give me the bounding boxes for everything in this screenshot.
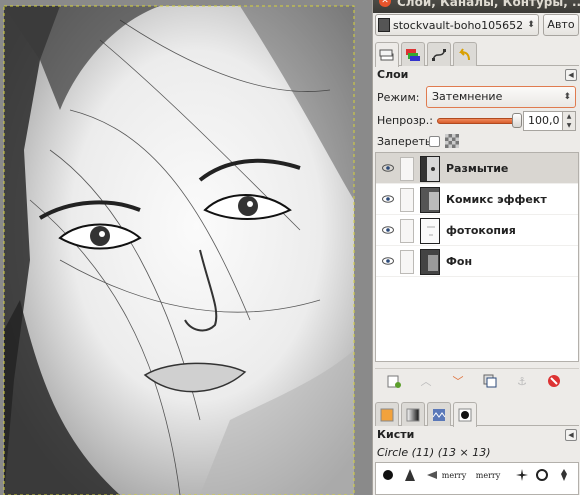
- patterns-icon: [432, 408, 446, 421]
- layer-name: Размытие: [446, 162, 509, 175]
- opacity-label: Непрозр.:: [377, 114, 433, 127]
- tab-brushes[interactable]: [453, 402, 477, 427]
- eye-icon[interactable]: [382, 226, 394, 234]
- brushes-panel-title: Кисти: [377, 428, 415, 441]
- lock-alpha-icon[interactable]: [445, 134, 459, 148]
- brush-swatch[interactable]: [554, 465, 574, 485]
- channels-icon: [406, 48, 420, 61]
- layers-panel: Слои ◀ Режим: Затемнение ⬍ Непрозр.: 100…: [375, 68, 579, 398]
- layer-name: Комикс эффект: [446, 193, 547, 206]
- layer-list[interactable]: Размытие Комикс эффект фотокопия Фон: [375, 152, 579, 362]
- mode-select[interactable]: Затемнение ⬍: [426, 86, 576, 108]
- panel-menu-icon[interactable]: ◀: [565, 69, 577, 81]
- layer-thumbnail: [420, 218, 440, 244]
- panel-menu-icon[interactable]: ◀: [565, 429, 577, 441]
- grayscale-gradient-icon: [406, 408, 420, 421]
- layer-row[interactable]: фотокопия: [376, 215, 578, 246]
- spin-arrows-icon: ⬍: [563, 92, 571, 102]
- dock-titlebar: ✕ Слои, Каналы, Контуры, ...: [373, 0, 580, 13]
- link-toggle[interactable]: [400, 250, 414, 274]
- layer-row[interactable]: Фон: [376, 246, 578, 277]
- link-toggle[interactable]: [400, 219, 414, 243]
- opacity-slider[interactable]: [437, 118, 519, 124]
- mode-label: Режим:: [377, 91, 420, 104]
- image-canvas[interactable]: [0, 0, 372, 495]
- layer-toolbar: ︿ ﹀ ⚓: [375, 368, 579, 392]
- tab-patterns[interactable]: [427, 402, 451, 426]
- tab-paths[interactable]: [427, 42, 451, 66]
- lower-layer-button[interactable]: ﹀: [451, 374, 465, 388]
- gimp-window: ✕ Слои, Каналы, Контуры, ... stockvault-…: [0, 0, 580, 495]
- layers-icon: [379, 49, 394, 61]
- brush-swatch-text[interactable]: merry: [442, 465, 467, 485]
- tab-channels[interactable]: [401, 42, 425, 66]
- tab-gradient-swatch[interactable]: [375, 402, 399, 426]
- image-selector-row: stockvault-boho105652.jpg-2 ⬍ Авто: [375, 14, 579, 36]
- brushes-panel: Кисти ◀ Circle (11) (13 × 13) merry merr…: [375, 428, 579, 495]
- eye-icon[interactable]: [382, 257, 394, 265]
- brush-swatch[interactable]: [532, 465, 552, 485]
- brush-dock-tabs: [375, 400, 579, 427]
- brush-grid[interactable]: merry merry: [375, 462, 579, 495]
- current-brush-name: Circle (11) (13 × 13): [377, 446, 491, 459]
- tab-undo-history[interactable]: [453, 42, 477, 66]
- lock-pixels-checkbox[interactable]: [429, 136, 440, 147]
- paths-icon: [432, 48, 446, 61]
- dock-tabs: [375, 40, 579, 67]
- duplicate-layer-button[interactable]: [483, 374, 497, 388]
- brush-swatch-text[interactable]: merry: [476, 465, 501, 485]
- eye-icon[interactable]: [382, 164, 394, 172]
- brush-swatch[interactable]: [378, 465, 398, 485]
- close-icon[interactable]: ✕: [379, 0, 391, 7]
- layers-panel-title: Слои: [377, 68, 409, 81]
- auto-button[interactable]: Авто: [543, 14, 579, 36]
- image-selector[interactable]: stockvault-boho105652.jpg-2 ⬍: [375, 14, 539, 36]
- layer-row[interactable]: Размытие: [376, 153, 578, 184]
- window-title: Слои, Каналы, Контуры, ...: [397, 0, 580, 9]
- layer-row[interactable]: Комикс эффект: [376, 184, 578, 215]
- new-layer-button[interactable]: [387, 374, 401, 388]
- sketch-image: [0, 0, 372, 495]
- mode-value: Затемнение: [432, 90, 503, 103]
- layer-name: фотокопия: [446, 224, 516, 237]
- layer-thumbnail: [420, 156, 440, 182]
- dock-panel: ✕ Слои, Каналы, Контуры, ... stockvault-…: [372, 0, 580, 495]
- layer-name: Фон: [446, 255, 473, 268]
- layer-thumbnail: [420, 249, 440, 275]
- layer-thumbnail: [420, 187, 440, 213]
- anchor-layer-button[interactable]: ⚓: [515, 374, 529, 388]
- tab-layers[interactable]: [375, 42, 399, 67]
- gradient-swatch-icon: [380, 408, 394, 421]
- link-toggle[interactable]: [400, 188, 414, 212]
- brush-swatch[interactable]: [400, 465, 420, 485]
- eye-icon[interactable]: [382, 195, 394, 203]
- raise-layer-button[interactable]: ︿: [419, 374, 433, 388]
- image-selector-label: stockvault-boho105652.jpg-2: [393, 18, 524, 32]
- delete-layer-button[interactable]: [547, 374, 561, 388]
- link-toggle[interactable]: [400, 157, 414, 181]
- brush-swatch[interactable]: [512, 465, 532, 485]
- undo-history-icon: [459, 47, 470, 60]
- opacity-slider-knob[interactable]: [512, 113, 522, 128]
- opacity-value-input[interactable]: 100,0: [523, 111, 563, 131]
- brush-dot-icon: [458, 408, 472, 422]
- opacity-spinner[interactable]: ▲ ▼: [563, 111, 576, 131]
- image-thumbnail: [378, 18, 390, 32]
- brush-swatch[interactable]: [422, 465, 442, 485]
- spin-arrows-icon: ⬍: [527, 20, 535, 30]
- tab-gradients[interactable]: [401, 402, 425, 426]
- lock-label: Запереть:: [377, 135, 436, 148]
